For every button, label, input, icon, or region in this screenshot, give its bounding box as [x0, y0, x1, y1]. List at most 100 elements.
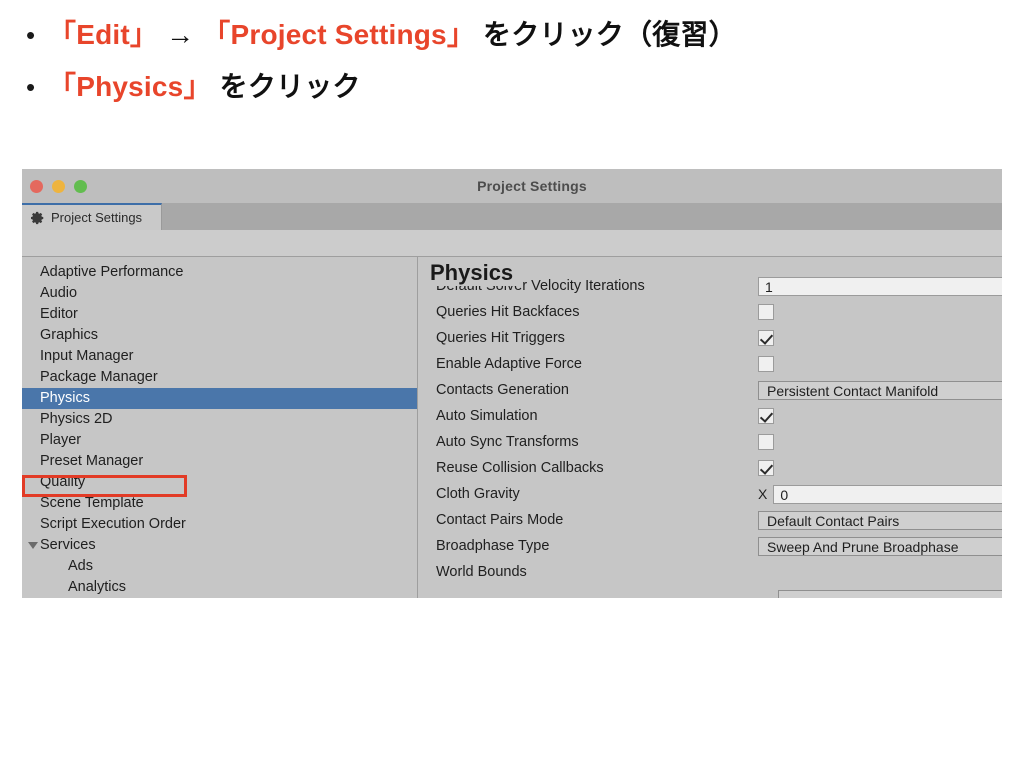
bullet-segment-plain: をクリック（復習） [475, 19, 737, 50]
property-row: Auto Sync Transforms [418, 429, 1002, 455]
minimize-button-icon[interactable] [52, 179, 65, 193]
property-row: Broadphase Type Sweep And Prune Broadphas… [418, 533, 1002, 559]
bullet-item: • 「Physics」 をクリック [0, 64, 1024, 110]
property-row: Reuse Collision Callbacks [418, 455, 1002, 481]
checkbox-toggle[interactable] [758, 304, 774, 320]
sidebar-item-preset-manager[interactable]: Preset Manager [22, 451, 417, 472]
sidebar-item-label: Adaptive Performance [40, 264, 184, 280]
sidebar-item-label: Preset Manager [40, 453, 144, 469]
settings-detail-pane: Physics Default Solver Velocity Iteratio… [418, 257, 1002, 598]
property-row: Queries Hit Triggers [418, 325, 1002, 351]
sidebar-item-label: Editor [40, 306, 78, 322]
property-label: Reuse Collision Callbacks [436, 460, 604, 476]
checkbox-toggle[interactable] [758, 330, 774, 346]
sidebar-item-label: Graphics [40, 327, 99, 343]
tab-label: Project Settings [51, 210, 143, 225]
sidebar-item-graphics[interactable]: Graphics [22, 325, 417, 346]
bullet-text: 「Edit」 → 「Project Settings」 をクリック（復習） [48, 12, 1024, 58]
sidebar-item-player[interactable]: Player [22, 430, 417, 451]
property-row: Cloth Gravity X 0 [418, 481, 1002, 507]
sidebar-item-label: Physics [40, 390, 90, 406]
window-panes: Adaptive Performance Audio Editor Graphics I… [22, 257, 1002, 598]
sidebar-item-ads[interactable]: Ads [22, 556, 417, 577]
gear-icon [31, 211, 45, 225]
bullet-marker: • [26, 72, 36, 102]
sidebar-item-physics[interactable]: Physics [22, 388, 417, 409]
sidebar-item-input-manager[interactable]: Input Manager [22, 346, 417, 367]
property-label: Auto Sync Transforms [436, 434, 579, 450]
bullet-segment-accent: 「Project Settings」 [202, 19, 476, 50]
window-title: Project Settings [477, 178, 587, 194]
number-input[interactable]: 1 [758, 276, 1002, 296]
property-row: Contact Pairs Mode Default Contact Pairs [418, 507, 1002, 533]
page-title: Physics [430, 259, 524, 286]
settings-category-list[interactable]: Adaptive Performance Audio Editor Graphics I… [22, 257, 418, 598]
sidebar-item-script-execution-order[interactable]: Script Execution Order [22, 514, 417, 535]
sidebar-item-label: Script Execution Order [40, 516, 186, 532]
property-field [758, 408, 1002, 424]
tab-project-settings[interactable]: Project Settings [22, 203, 162, 230]
property-row: World Bounds [418, 559, 1002, 585]
bullet-segment-accent: 「Edit」 [48, 19, 159, 50]
window-controls[interactable] [30, 169, 87, 203]
slide-bullet-list: • 「Edit」 → 「Project Settings」 をクリック（復習） … [0, 0, 1024, 116]
tab-bar: Project Settings [22, 203, 1002, 230]
sidebar-item-analytics[interactable]: Analytics [22, 577, 417, 598]
property-row: Auto Simulation [418, 403, 1002, 429]
world-bounds-field-partial[interactable] [778, 590, 1002, 598]
window-titlebar: Project Settings [22, 169, 1002, 203]
property-label: Queries Hit Backfaces [436, 304, 580, 320]
checkbox-toggle[interactable] [758, 356, 774, 372]
checkbox-toggle[interactable] [758, 434, 774, 450]
property-label: Auto Simulation [436, 408, 538, 424]
property-label: Contacts Generation [436, 382, 569, 398]
sidebar-item-quality[interactable]: Quality [22, 472, 417, 493]
sidebar-item-label: Analytics [68, 579, 127, 595]
toolbar-strip [22, 230, 1002, 257]
sidebar-item-label: Scene Template [40, 495, 144, 511]
sidebar-item-physics-2d[interactable]: Physics 2D [22, 409, 417, 430]
chevron-down-icon[interactable] [28, 542, 38, 549]
property-row: Enable Adaptive Force [418, 351, 1002, 377]
property-field: Sweep And Prune Broadphase [758, 536, 1002, 556]
sidebar-item-package-manager[interactable]: Package Manager [22, 367, 417, 388]
sidebar-item-label: Input Manager [40, 348, 134, 364]
sidebar-item-label: Ads [68, 558, 93, 574]
sidebar-item-label: Physics 2D [40, 411, 113, 427]
property-label: Queries Hit Triggers [436, 330, 565, 346]
checkbox-toggle[interactable] [758, 460, 774, 476]
property-field [758, 434, 1002, 450]
property-row: Queries Hit Backfaces [418, 299, 1002, 325]
property-label: Contact Pairs Mode [436, 512, 564, 528]
property-field [758, 460, 1002, 476]
bullet-marker: • [26, 20, 36, 50]
bullet-segment-plain: をクリック [211, 71, 361, 102]
sidebar-item-services[interactable]: Services [22, 535, 417, 556]
number-input[interactable]: 0 [773, 484, 1002, 504]
dropdown-select[interactable]: Default Contact Pairs [758, 510, 1002, 530]
dropdown-select[interactable]: Sweep And Prune Broadphase [758, 536, 1002, 556]
dropdown-select[interactable]: Persistent Contact Manifold [758, 380, 1002, 400]
property-field [758, 330, 1002, 346]
project-settings-window: Project Settings Project Settings Adapti… [22, 169, 1002, 598]
sidebar-item-scene-template[interactable]: Scene Template [22, 493, 417, 514]
close-button-icon[interactable] [30, 179, 43, 193]
property-label: Cloth Gravity [436, 486, 520, 502]
sidebar-item-editor[interactable]: Editor [22, 304, 417, 325]
sidebar-item-label: Quality [40, 474, 86, 490]
bullet-item: • 「Edit」 → 「Project Settings」 をクリック（復習） [0, 12, 1024, 58]
sidebar-item-label: Audio [40, 285, 78, 301]
property-label: Broadphase Type [436, 538, 550, 554]
property-row: Contacts Generation Persistent Contact Ma… [418, 377, 1002, 403]
sidebar-item-audio[interactable]: Audio [22, 283, 417, 304]
sidebar-item-label: Player [40, 432, 82, 448]
property-rows: Default Solver Velocity Iterations 1 Queri… [418, 273, 1002, 585]
axis-label-x: X [758, 486, 768, 502]
sidebar-item-adaptive-performance[interactable]: Adaptive Performance [22, 262, 417, 283]
property-label: Enable Adaptive Force [436, 356, 582, 372]
sidebar-item-label: Services [40, 537, 96, 553]
zoom-button-icon[interactable] [74, 179, 87, 193]
checkbox-toggle[interactable] [758, 408, 774, 424]
property-label: World Bounds [436, 564, 527, 580]
property-field: Default Contact Pairs [758, 510, 1002, 530]
